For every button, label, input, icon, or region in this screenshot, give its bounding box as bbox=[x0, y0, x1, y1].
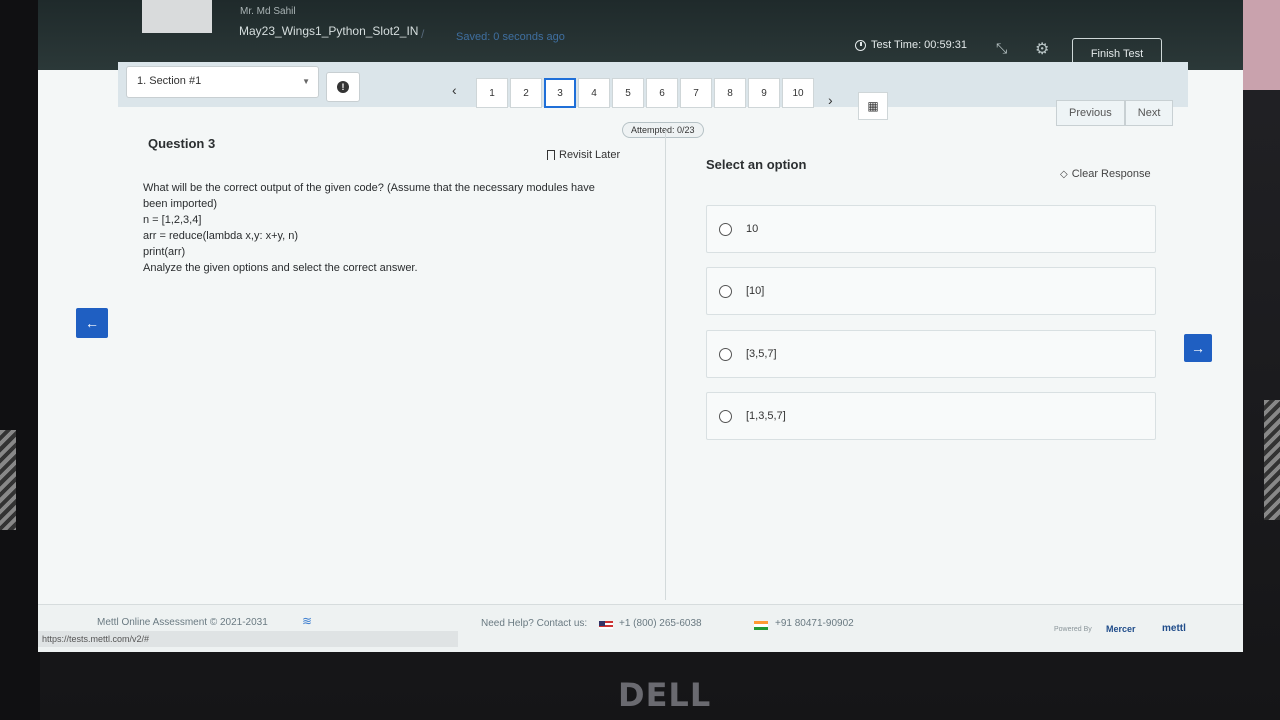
test-timer: Test Time: 00:59:31 bbox=[855, 39, 967, 51]
page-button-6[interactable]: 6 bbox=[646, 78, 678, 108]
chevron-left-icon[interactable]: ‹ bbox=[452, 82, 457, 98]
radio-button[interactable] bbox=[719, 409, 732, 423]
page-button-8[interactable]: 8 bbox=[714, 78, 746, 108]
background-left bbox=[0, 0, 40, 720]
question-line: n = [1,2,3,4] bbox=[143, 214, 202, 226]
mercer-logo: Mercer bbox=[1106, 624, 1136, 634]
page-button-5[interactable]: 5 bbox=[612, 78, 644, 108]
background-stripes-left bbox=[0, 430, 16, 530]
mettl-logo: mettl bbox=[1162, 623, 1186, 634]
help-text: Need Help? Contact us: bbox=[481, 618, 588, 629]
copyright-text: Mettl Online Assessment © 2021-2031 bbox=[97, 617, 268, 628]
option-2[interactable]: [10] bbox=[706, 267, 1156, 315]
question-panel: Question 3 Revisit Later What will be th… bbox=[118, 120, 666, 600]
eraser-icon: ◇ bbox=[1060, 168, 1068, 180]
clear-response-button[interactable]: ◇ Clear Response bbox=[1060, 168, 1151, 180]
phone-india: +91 80471-90902 bbox=[775, 618, 854, 629]
clock-icon bbox=[855, 39, 866, 51]
question-body: What will be the correct output of the g… bbox=[143, 180, 643, 276]
page-button-10[interactable]: 10 bbox=[782, 78, 814, 108]
question-line: arr = reduce(lambda x,y: x+y, n) bbox=[143, 230, 299, 242]
chevron-down-icon: ▼ bbox=[302, 77, 310, 86]
question-line: been imported) bbox=[143, 198, 217, 210]
company-logo bbox=[142, 0, 212, 33]
page-button-9[interactable]: 9 bbox=[748, 78, 780, 108]
india-flag-icon bbox=[754, 621, 768, 630]
previous-question-arrow[interactable]: ← bbox=[76, 308, 108, 338]
radio-button[interactable] bbox=[719, 284, 732, 298]
us-flag-icon bbox=[599, 621, 613, 629]
clear-response-label: Clear Response bbox=[1071, 168, 1151, 180]
next-question-arrow[interactable]: → bbox=[1184, 334, 1212, 362]
grid-view-button[interactable]: ▦ bbox=[858, 92, 888, 120]
candidate-name: Mr. Md Sahil bbox=[240, 6, 296, 17]
powered-by-text: Powered By bbox=[1054, 626, 1092, 633]
dell-logo: DELL bbox=[618, 676, 712, 714]
previous-button[interactable]: Previous bbox=[1056, 100, 1125, 126]
radio-button[interactable] bbox=[719, 347, 732, 361]
arrow-left-icon: ← bbox=[85, 315, 99, 331]
info-icon: ! bbox=[337, 81, 349, 93]
wifi-icon: ≋ bbox=[302, 614, 313, 628]
gear-icon[interactable]: ⚙ bbox=[1035, 39, 1049, 59]
test-screen: Mr. Md Sahil May23_Wings1_Python_Slot2_I… bbox=[38, 0, 1243, 652]
grid-icon: ▦ bbox=[867, 99, 879, 113]
section-select-value: 1. Section #1 bbox=[137, 75, 202, 87]
question-line: Analyze the given options and select the… bbox=[143, 262, 418, 274]
page-button-1[interactable]: 1 bbox=[476, 78, 508, 108]
option-label: [1,3,5,7] bbox=[746, 410, 786, 422]
question-title: Question 3 bbox=[148, 136, 216, 151]
option-label: [10] bbox=[746, 285, 765, 297]
page-button-3[interactable]: 3 bbox=[544, 78, 576, 108]
option-label: 10 bbox=[746, 223, 759, 235]
chevron-right-icon[interactable]: › bbox=[828, 92, 833, 108]
bookmark-icon bbox=[547, 150, 555, 160]
status-url: https://tests.mettl.com/v2/# bbox=[38, 631, 458, 647]
option-4[interactable]: [1,3,5,7] bbox=[706, 392, 1156, 440]
question-pager: 1 2 3 4 5 6 7 8 9 10 bbox=[476, 78, 814, 108]
panel-divider bbox=[665, 130, 666, 600]
timer-label: Test Time: 00:59:31 bbox=[871, 39, 967, 51]
radio-button[interactable] bbox=[719, 222, 732, 236]
compress-icon[interactable]: ⤡ bbox=[996, 40, 1007, 57]
revisit-later-label: Revisit Later bbox=[559, 149, 621, 161]
page-button-2[interactable]: 2 bbox=[510, 78, 542, 108]
header-separator: / bbox=[421, 27, 425, 41]
question-line: What will be the correct output of the g… bbox=[143, 182, 595, 194]
prev-next-group: Previous Next bbox=[1056, 100, 1174, 126]
option-label: [3,5,7] bbox=[746, 348, 777, 360]
section-info-button[interactable]: ! bbox=[326, 72, 360, 102]
question-line: print(arr) bbox=[143, 246, 186, 258]
top-bar bbox=[38, 0, 1243, 70]
test-name: May23_Wings1_Python_Slot2_IN bbox=[239, 24, 419, 38]
background-stripes-right bbox=[1264, 400, 1280, 520]
options-title: Select an option bbox=[706, 157, 807, 172]
section-select[interactable]: 1. Section #1 ▼ bbox=[126, 66, 319, 98]
arrow-right-icon: → bbox=[1191, 340, 1205, 356]
page-button-4[interactable]: 4 bbox=[578, 78, 610, 108]
page-button-7[interactable]: 7 bbox=[680, 78, 712, 108]
option-3[interactable]: [3,5,7] bbox=[706, 330, 1156, 378]
revisit-later-button[interactable]: Revisit Later bbox=[547, 149, 620, 161]
save-status: Saved: 0 seconds ago bbox=[456, 31, 565, 43]
next-button[interactable]: Next bbox=[1124, 100, 1174, 126]
phone-us: +1 (800) 265-6038 bbox=[619, 618, 702, 629]
option-1[interactable]: 10 bbox=[706, 205, 1156, 253]
